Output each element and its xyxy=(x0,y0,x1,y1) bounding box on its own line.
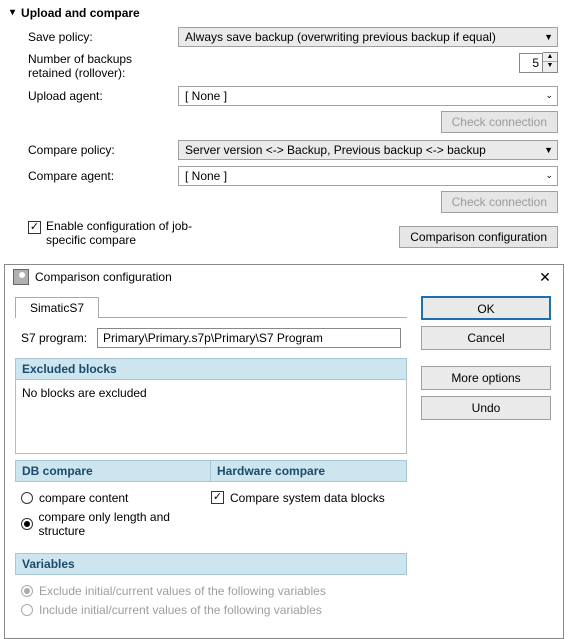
chevron-down-icon: ⌄ xyxy=(545,170,553,181)
variables-header: Variables xyxy=(15,553,407,575)
enable-config-label: Enable configuration of job-specific com… xyxy=(46,219,206,248)
num-backups-label: Number of backups retained (rollover): xyxy=(28,52,178,81)
s7-program-input[interactable] xyxy=(97,328,401,348)
variables-include-radio: Include initial/current values of the fo… xyxy=(21,603,401,617)
save-policy-value: Always save backup (overwriting previous… xyxy=(185,30,496,44)
enable-config-checkbox[interactable]: ✓ Enable configuration of job-specific c… xyxy=(28,219,206,248)
checkbox-icon: ✓ xyxy=(211,491,224,504)
save-policy-dropdown[interactable]: Always save backup (overwriting previous… xyxy=(178,27,558,47)
hardware-compare-header: Hardware compare xyxy=(211,460,407,482)
compare-policy-value: Server version <-> Backup, Previous back… xyxy=(185,143,486,157)
undo-button[interactable]: Undo xyxy=(421,396,551,420)
upload-agent-dropdown[interactable]: [ None ] ⌄ xyxy=(178,86,558,106)
compare-agent-label: Compare agent: xyxy=(28,169,178,183)
dialog-title: Comparison configuration xyxy=(35,270,172,284)
chevron-down-icon: ⌄ xyxy=(545,90,553,101)
variables-exclude-label: Exclude initial/current values of the fo… xyxy=(39,584,326,598)
num-backups-stepper[interactable]: ▲ ▼ xyxy=(519,52,558,73)
more-options-button[interactable]: More options xyxy=(421,366,551,390)
hw-compare-checkbox[interactable]: ✓ Compare system data blocks xyxy=(211,491,401,505)
variables-include-label: Include initial/current values of the fo… xyxy=(39,603,322,617)
compare-agent-dropdown[interactable]: [ None ] ⌄ xyxy=(178,166,558,186)
comparison-configuration-dialog: Comparison configuration ✕ SimaticS7 S7 … xyxy=(4,264,564,639)
check-connection-button-upload: Check connection xyxy=(441,111,558,133)
excluded-blocks-text: No blocks are excluded xyxy=(22,386,147,400)
radio-icon xyxy=(21,518,33,530)
tab-simatics7[interactable]: SimaticS7 xyxy=(15,297,99,318)
db-compare-content-label: compare content xyxy=(39,491,128,505)
compare-agent-value: [ None ] xyxy=(185,169,227,183)
spinner-up-icon[interactable]: ▲ xyxy=(543,53,557,62)
variables-exclude-radio: Exclude initial/current values of the fo… xyxy=(21,584,401,598)
excluded-blocks-header: Excluded blocks xyxy=(15,358,407,380)
num-backups-input[interactable] xyxy=(519,53,543,73)
db-compare-length-radio[interactable]: compare only length and structure xyxy=(21,510,211,538)
db-compare-header: DB compare xyxy=(15,460,211,482)
save-policy-label: Save policy: xyxy=(28,30,178,44)
dialog-icon xyxy=(13,269,29,285)
ok-button[interactable]: OK xyxy=(421,296,551,320)
comparison-configuration-button[interactable]: Comparison configuration xyxy=(399,226,558,248)
section-header[interactable]: ▾ Upload and compare xyxy=(10,6,558,20)
s7-program-label: S7 program: xyxy=(21,331,87,345)
db-compare-content-radio[interactable]: compare content xyxy=(21,491,211,505)
radio-icon xyxy=(21,604,33,616)
upload-agent-value: [ None ] xyxy=(185,89,227,103)
chevron-down-icon: ▼ xyxy=(544,32,553,42)
chevron-down-icon: ▼ xyxy=(544,145,553,155)
db-compare-length-label: compare only length and structure xyxy=(39,510,212,538)
check-connection-button-compare: Check connection xyxy=(441,191,558,213)
cancel-button[interactable]: Cancel xyxy=(421,326,551,350)
compare-policy-label: Compare policy: xyxy=(28,143,178,157)
close-icon[interactable]: ✕ xyxy=(535,269,555,286)
hw-compare-label: Compare system data blocks xyxy=(230,491,385,505)
upload-agent-label: Upload agent: xyxy=(28,89,178,103)
compare-policy-dropdown[interactable]: Server version <-> Backup, Previous back… xyxy=(178,140,558,160)
excluded-blocks-body: No blocks are excluded xyxy=(15,380,407,454)
checkbox-icon: ✓ xyxy=(28,221,41,234)
radio-icon xyxy=(21,492,33,504)
chevron-down-icon: ▾ xyxy=(10,8,15,18)
section-title: Upload and compare xyxy=(21,6,140,20)
spinner-down-icon[interactable]: ▼ xyxy=(543,62,557,72)
radio-icon xyxy=(21,585,33,597)
